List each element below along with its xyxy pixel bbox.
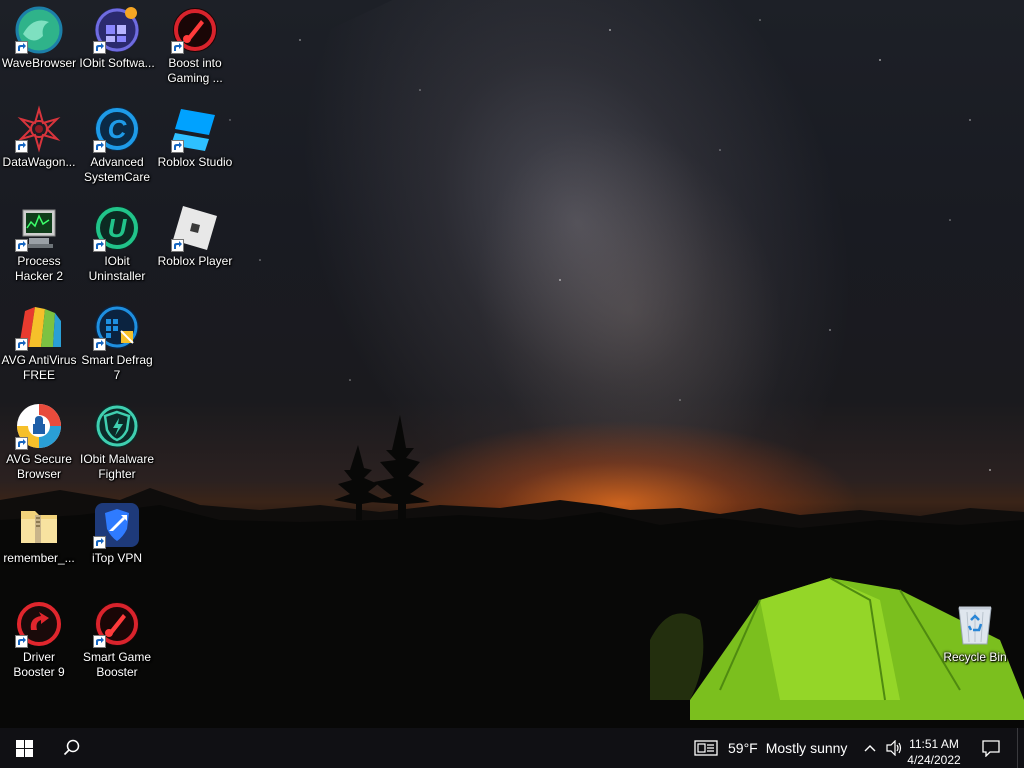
avg-secure-browser-icon (15, 402, 63, 450)
desktop-icon-roblox-player[interactable]: Roblox Player (156, 198, 234, 269)
show-desktop-button[interactable] (1017, 728, 1024, 768)
smart-game-booster-icon (93, 600, 141, 648)
shortcut-arrow-icon (93, 338, 106, 351)
desktop-icon-avg-secure-browser[interactable]: AVG Secure Browser (0, 396, 78, 482)
desktop-icon-label: Advanced SystemCare (83, 155, 151, 184)
chevron-up-icon (864, 745, 876, 752)
itop-vpn-icon (93, 501, 141, 549)
process-hacker-icon (15, 204, 63, 252)
desktop-icon-remember-folder[interactable]: remember_... (0, 495, 78, 566)
shortcut-arrow-icon (93, 41, 106, 54)
desktop-icon-label: Roblox Studio (157, 155, 233, 169)
shortcut-arrow-icon (171, 239, 184, 252)
shortcut-arrow-icon (93, 239, 106, 252)
taskbar: 59°F Mostly sunny 11:51 AM 4/24/2022 (0, 728, 1024, 768)
show-hidden-icons-button[interactable] (860, 728, 880, 768)
shortcut-arrow-icon (171, 140, 184, 153)
desktop-icon-iobit-malware[interactable]: IObit Malware Fighter (78, 396, 156, 482)
desktop-icon-label: iTop VPN (91, 551, 143, 565)
shortcut-arrow-icon (93, 536, 106, 549)
weather-widget[interactable]: 59°F Mostly sunny (694, 728, 854, 768)
desktop-icon-label: AVG AntiVirus FREE (1, 353, 77, 382)
desktop-icon-datawagon[interactable]: DataWagon... (0, 99, 78, 170)
desktop-icon-driver-booster[interactable]: Driver Booster 9 (0, 594, 78, 680)
svg-text:U: U (108, 213, 128, 243)
shortcut-arrow-icon (15, 140, 28, 153)
shortcut-arrow-icon (15, 338, 28, 351)
desktop-icon-avg-antivirus[interactable]: AVG AntiVirus FREE (0, 297, 78, 383)
desktop-icon-label: Recycle Bin (943, 650, 1007, 664)
search-button[interactable] (48, 728, 96, 768)
weather-condition: Mostly sunny (765, 740, 848, 756)
boost-gaming-icon (171, 6, 219, 54)
desktop-icon-label: WaveBrowser (1, 56, 77, 70)
news-weather-icon (694, 740, 718, 756)
shortcut-arrow-icon (15, 437, 28, 450)
desktop-icon-label: Boost into Gaming ... (167, 56, 223, 85)
desktop-icon-itop-vpn[interactable]: iTop VPN (78, 495, 156, 566)
svg-text:C: C (108, 114, 128, 144)
desktop-icon-process-hacker[interactable]: Process Hacker 2 (0, 198, 78, 284)
roblox-player-icon (171, 204, 219, 252)
desktop-icon-iobit-software[interactable]: IObit Softwa... (78, 0, 156, 71)
desktop-icon-boost-gaming[interactable]: Boost into Gaming ... (156, 0, 234, 86)
clock-time: 11:51 AM (909, 737, 959, 751)
datawagon-icon (15, 105, 63, 153)
desktop-icon-label: DataWagon... (2, 155, 76, 169)
zip-folder-icon (15, 501, 63, 549)
shortcut-arrow-icon (93, 635, 106, 648)
roblox-studio-icon (171, 105, 219, 153)
iobit-software-icon (93, 6, 141, 54)
desktop-icon-label: IObit Uninstaller (88, 254, 146, 283)
desktop-icon-label: Roblox Player (157, 254, 233, 268)
clock-date: 4/24/2022 (907, 753, 961, 767)
notifications-icon (982, 739, 1000, 757)
desktop-icon-smart-game-booster[interactable]: Smart Game Booster (78, 594, 156, 680)
driver-booster-icon (15, 600, 63, 648)
shortcut-arrow-icon (15, 41, 28, 54)
wavebrowser-icon (15, 6, 63, 54)
desktop-icon-label: remember_... (3, 551, 75, 565)
desktop-icon-wavebrowser[interactable]: WaveBrowser (0, 0, 78, 71)
desktop-icon-iobit-uninstaller[interactable]: U IObit Uninstaller (78, 198, 156, 284)
recycle-bin-icon (951, 600, 999, 648)
shortcut-arrow-icon (15, 635, 28, 648)
smart-defrag-icon (93, 303, 141, 351)
start-button[interactable] (0, 728, 48, 768)
iobit-malware-fighter-icon (93, 402, 141, 450)
shortcut-arrow-icon (93, 140, 106, 153)
shortcut-arrow-icon (15, 239, 28, 252)
desktop-icon-label: Process Hacker 2 (14, 254, 64, 283)
windows-logo-icon (15, 739, 33, 757)
desktop-icon-label: IObit Softwa... (79, 56, 155, 70)
desktop-icon-label: Smart Game Booster (82, 650, 151, 679)
clock[interactable]: 11:51 AM 4/24/2022 (902, 736, 966, 768)
search-icon (63, 739, 80, 756)
desktop-icon-label: AVG Secure Browser (6, 452, 72, 481)
desktop-icon-label: Driver Booster 9 (13, 650, 65, 679)
action-center-button[interactable] (974, 728, 1008, 768)
weather-temperature: 59°F (728, 740, 758, 756)
desktop-icon-recycle-bin[interactable]: Recycle Bin (936, 594, 1014, 665)
shortcut-arrow-icon (171, 41, 184, 54)
desktop-icon-label: IObit Malware Fighter (79, 452, 155, 481)
desktop-icon-roblox-studio[interactable]: Roblox Studio (156, 99, 234, 170)
desktop-icon-label: Smart Defrag 7 (81, 353, 153, 382)
avg-antivirus-icon (15, 303, 63, 351)
desktop-icon-advanced-systemcare[interactable]: C Advanced SystemCare (78, 99, 156, 185)
iobit-uninstaller-icon: U (93, 204, 141, 252)
advanced-systemcare-icon: C (93, 105, 141, 153)
desktop-icon-smart-defrag[interactable]: Smart Defrag 7 (78, 297, 156, 383)
